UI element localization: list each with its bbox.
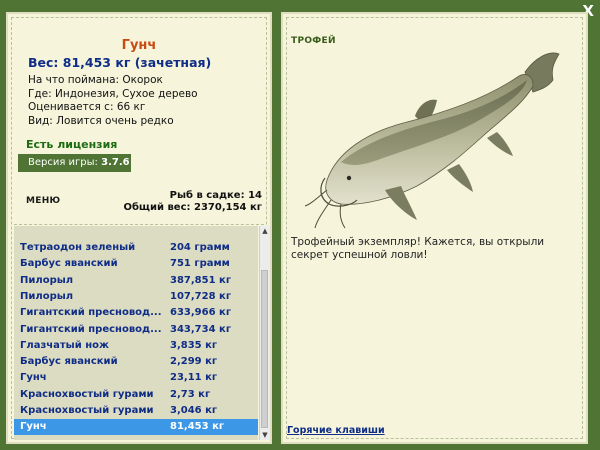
trophy-message: Трофейный экземпляр! Кажется, вы открыли… (291, 236, 545, 261)
fish-name: Гунч (121, 38, 157, 53)
fish-rarity: Вид: Ловится очень редко (28, 114, 174, 127)
list-item-weight: 751 грамм (170, 258, 230, 270)
license-status: Есть лицензия (26, 138, 118, 151)
list-item-name: Барбус яванский (20, 258, 118, 270)
scroll-up-icon[interactable]: ▲ (260, 226, 270, 236)
list-item-name: Пилорыл (20, 290, 74, 302)
list-item[interactable]: Пилорыл 107,728 кг (14, 289, 258, 305)
list-item[interactable]: Глазчатый нож 3,835 кг (14, 338, 258, 354)
catfish-image (304, 52, 560, 229)
list-item-name: Барбус яванский (20, 356, 118, 368)
fish-bait: На что поймана: Окорок (28, 74, 163, 86)
list-item-name: Гунч (20, 421, 47, 433)
list-scrollbar[interactable]: ▲ ▼ (259, 226, 270, 440)
list-item-weight: 2,299 кг (170, 356, 218, 368)
divider (14, 224, 264, 225)
list-item-weight: 23,11 кг (170, 372, 218, 384)
keepnet-stats: Рыб в садке: 14 Общий вес: 2370,154 кг (123, 190, 262, 214)
list-item-weight: 3,046 кг (170, 405, 218, 416)
total-weight: Общий вес: 2370,154 кг (123, 202, 262, 213)
trophy-panel: ТРОФЕЙ Трофейный экземпляр! Кажется, вы … (281, 12, 588, 444)
scroll-thumb[interactable] (261, 270, 268, 428)
list-item-name: Гигантский пресновод... (20, 323, 162, 335)
list-item[interactable]: Краснохвостый гурами 2,73 кг (14, 387, 258, 403)
list-item[interactable]: Гигантский пресновод... 633,966 кг (14, 305, 258, 321)
version-number: 3.7.6 (101, 157, 130, 168)
list-item[interactable]: Краснохвостый гурами 3,046 кг (14, 403, 258, 419)
list-item-name: Краснохвостый гурами (20, 405, 154, 416)
catch-list[interactable]: Тетраодон зеленый 204 грамм Барбус явански… (14, 226, 258, 440)
list-item-name: Гунч (20, 372, 47, 384)
list-item[interactable]: Барбус яванский 2,299 кг (14, 354, 258, 370)
list-item-name: Тетраодон зеленый (20, 242, 136, 253)
list-item-weight: 3,835 кг (170, 339, 218, 351)
menu-button[interactable]: МЕНЮ (26, 196, 60, 206)
version-label: Версия игры: (28, 157, 102, 168)
list-item-name: Краснохвостый гурами (20, 388, 154, 400)
fish-info-panel: Гунч Вес: 81,453 кг (зачетная) На что по… (6, 12, 272, 444)
list-item[interactable]: Барбус яванский 751 грамм (14, 256, 258, 272)
fish-count: Рыб в садке: 14 (169, 190, 262, 201)
list-item[interactable]: Пилорыл 387,851 кг (14, 273, 258, 289)
list-item-name: Глазчатый нож (20, 339, 109, 351)
list-item-weight: 2,73 кг (170, 388, 211, 400)
list-item-weight: 343,734 кг (170, 323, 232, 335)
fish-location: Где: Индонезия, Сухое дерево (28, 87, 198, 100)
hotkeys-link[interactable]: Горячие клавиши (287, 425, 385, 436)
fish-weight: Вес: 81,453 кг (зачетная) (28, 55, 212, 70)
list-item-weight: 204 грамм (170, 242, 230, 253)
scroll-down-icon[interactable]: ▼ (260, 430, 270, 440)
list-item[interactable]: Тетраодон зеленый 204 грамм (14, 240, 258, 256)
list-item-name: Пилорыл (20, 274, 74, 286)
list-item[interactable]: Гунч 81,453 кг (14, 419, 258, 436)
list-item-weight: 81,453 кг (170, 421, 225, 433)
fish-value: Оценивается с: 66 кг (28, 101, 146, 113)
list-item-weight: 633,966 кг (170, 307, 232, 319)
list-item-name: Гигантский пресновод... (20, 307, 162, 319)
list-item-weight: 107,728 кг (170, 290, 232, 302)
list-item[interactable]: Гигантский пресновод... 343,734 кг (14, 322, 258, 338)
fish-details: На что поймана: Окорок Где: Индонезия, С… (28, 74, 198, 128)
version-badge: Версия игры: 3.7.6 (18, 154, 131, 172)
list-item-weight: 387,851 кг (170, 274, 232, 286)
list-item[interactable]: Гунч 23,11 кг (14, 370, 258, 386)
